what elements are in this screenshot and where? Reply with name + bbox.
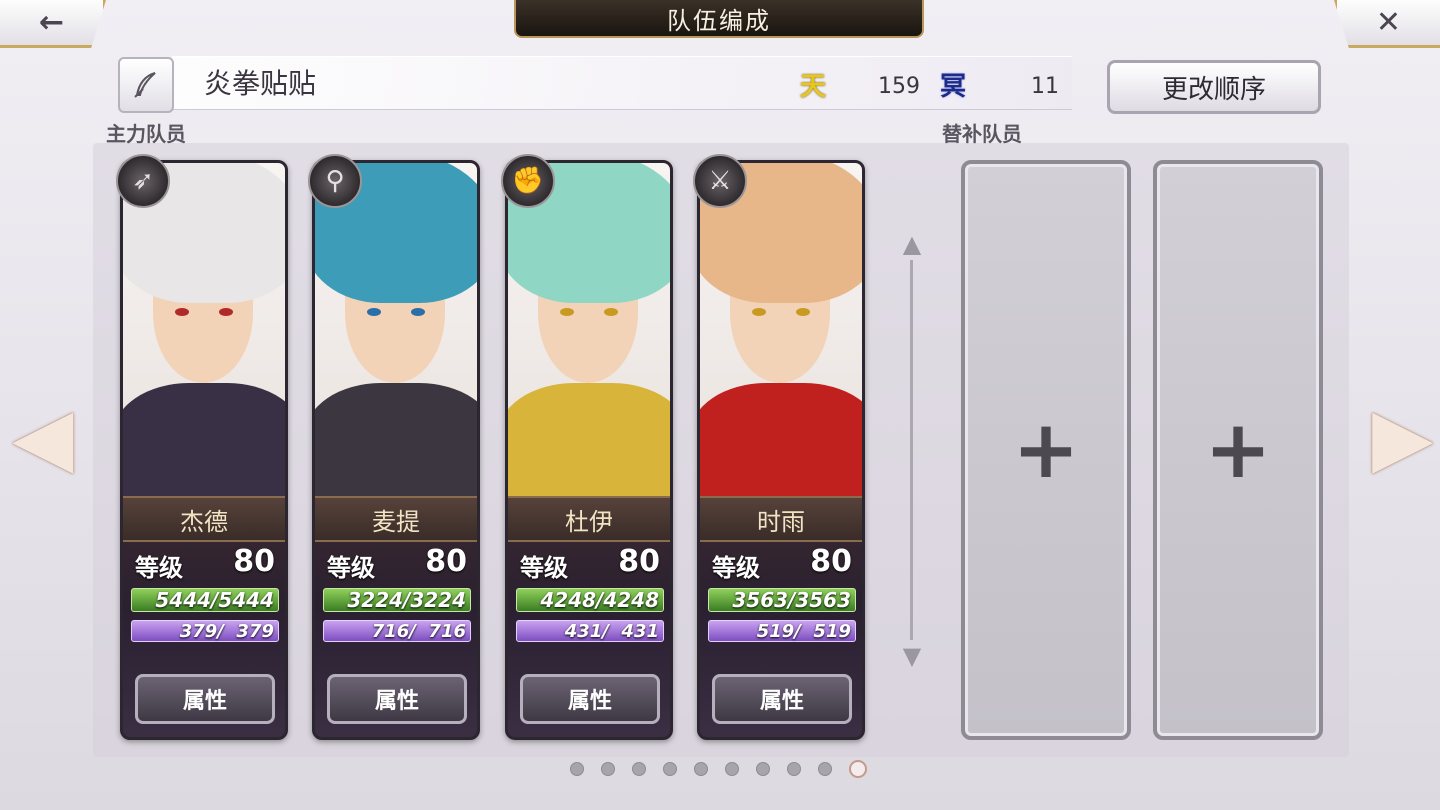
reorder-button[interactable]: 更改顺序 (1107, 60, 1321, 114)
sword-icon: ⚔ (693, 154, 747, 208)
feather-pen-icon (134, 72, 156, 98)
page-dot[interactable] (632, 762, 646, 776)
level-label: 等级 (712, 554, 760, 582)
hp-bar: 4248/4248 (516, 588, 664, 612)
page-dot[interactable] (570, 762, 584, 776)
level-value: 80 (618, 544, 660, 579)
level-value: 80 (810, 544, 852, 579)
portrait-eye (604, 308, 618, 316)
page-dot[interactable] (756, 762, 770, 776)
portrait-eye (411, 308, 425, 316)
hp-bar: 5444/5444 (131, 588, 279, 612)
close-button[interactable]: ✕ (1334, 0, 1440, 48)
member-name: 麦提 (315, 496, 477, 542)
portrait-eye (752, 308, 766, 316)
reserve-slot-1[interactable]: + (961, 160, 1131, 740)
sky-affinity-value: 159 (878, 74, 920, 99)
member-card[interactable]: 时雨 等级 80 3563/3563 519/ 519 属性 (697, 160, 865, 740)
staff-icon: ⚲ (308, 154, 362, 208)
attributes-button[interactable]: 属性 (327, 674, 467, 724)
page-dot[interactable] (849, 760, 867, 778)
divider-arrows: ▲ ▼ (902, 230, 922, 670)
hp-bar: 3224/3224 (323, 588, 471, 612)
member-info: 时雨 等级 80 3563/3563 519/ 519 属性 (700, 496, 862, 737)
portrait-outfit (315, 383, 477, 513)
hp-bar: 3563/3563 (708, 588, 856, 612)
team-name: 炎拳贴贴 (204, 67, 317, 100)
chevron-up-icon: ▲ (902, 230, 922, 258)
portrait-eye (560, 308, 574, 316)
sp-bar: 519/ 519 (708, 620, 856, 642)
attributes-button[interactable]: 属性 (135, 674, 275, 724)
level-value: 80 (425, 544, 467, 579)
portrait-eye (367, 308, 381, 316)
page-dot[interactable] (694, 762, 708, 776)
attributes-button[interactable]: 属性 (712, 674, 852, 724)
member-card[interactable]: 麦提 等级 80 3224/3224 716/ 716 属性 (312, 160, 480, 740)
portrait-eye (175, 308, 189, 316)
page-dot[interactable] (725, 762, 739, 776)
sp-bar: 379/ 379 (131, 620, 279, 642)
portrait-eye (219, 308, 233, 316)
dark-affinity-icon: 冥 (940, 72, 967, 102)
gauntlet-icon: ✊ (501, 154, 555, 208)
edit-team-name-button[interactable] (118, 57, 174, 113)
character-portrait (700, 163, 862, 513)
page-dot[interactable] (818, 762, 832, 776)
character-portrait (123, 163, 285, 513)
close-icon: ✕ (1375, 5, 1402, 40)
level-value: 80 (233, 544, 275, 579)
plus-icon: + (1012, 403, 1080, 496)
page-dot[interactable] (663, 762, 677, 776)
level-label: 等级 (327, 554, 375, 582)
chevron-down-icon: ▼ (902, 642, 922, 670)
next-page-arrow-icon[interactable]: ▶ (1372, 390, 1434, 483)
portrait-eye (796, 308, 810, 316)
sp-bar: 716/ 716 (323, 620, 471, 642)
member-card[interactable]: 杜伊 等级 80 4248/4248 431/ 431 属性 (505, 160, 673, 740)
member-card[interactable]: 杰德 等级 80 5444/5444 379/ 379 属性 (120, 160, 288, 740)
character-portrait (315, 163, 477, 513)
page-title: 队伍编成 (514, 0, 924, 38)
member-name: 杜伊 (508, 496, 670, 542)
portrait-outfit (123, 383, 285, 513)
level-label: 等级 (520, 554, 568, 582)
reserve-slot-2[interactable]: + (1153, 160, 1323, 740)
sp-bar: 431/ 431 (516, 620, 664, 642)
sky-affinity-icon: 天 (800, 72, 827, 102)
character-portrait (508, 163, 670, 513)
member-info: 杰德 等级 80 5444/5444 379/ 379 属性 (123, 496, 285, 737)
dark-affinity-value: 11 (1031, 74, 1059, 99)
member-info: 麦提 等级 80 3224/3224 716/ 716 属性 (315, 496, 477, 737)
back-button[interactable]: ← (0, 0, 106, 48)
page-dot[interactable] (601, 762, 615, 776)
member-name: 时雨 (700, 496, 862, 542)
page-dot[interactable] (787, 762, 801, 776)
attributes-button[interactable]: 属性 (520, 674, 660, 724)
member-info: 杜伊 等级 80 4248/4248 431/ 431 属性 (508, 496, 670, 737)
back-arrow-icon: ← (38, 5, 65, 40)
level-label: 等级 (135, 554, 183, 582)
previous-page-arrow-icon[interactable]: ◀ (12, 390, 74, 483)
plus-icon: + (1204, 403, 1272, 496)
member-name: 杰德 (123, 496, 285, 542)
portrait-outfit (508, 383, 670, 513)
pagination-dots (570, 760, 867, 778)
portrait-outfit (700, 383, 862, 513)
spear-icon: ➶ (116, 154, 170, 208)
